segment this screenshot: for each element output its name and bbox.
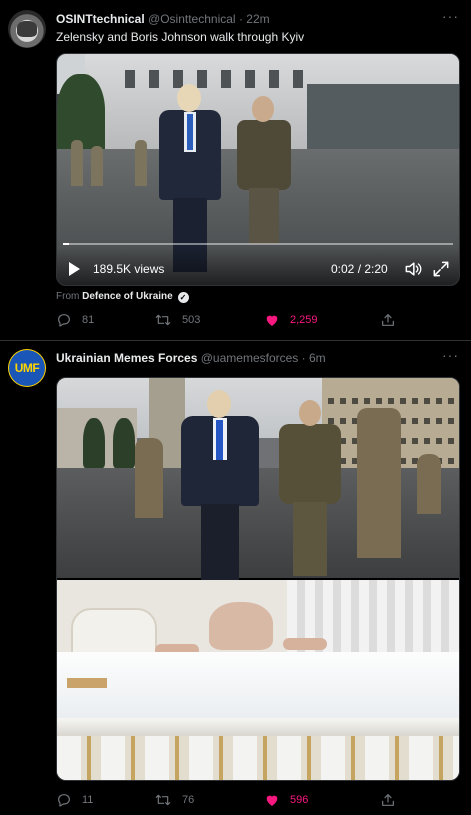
more-icon[interactable]: ··· (442, 8, 459, 24)
tweet-header: Ukrainian Memes Forces @uamemesforces · … (56, 351, 326, 365)
reply-icon (58, 794, 70, 807)
separator: · (238, 12, 243, 26)
tweet-time[interactable]: 22m (246, 12, 269, 26)
reply-count: 11 (82, 794, 94, 806)
play-icon[interactable] (69, 262, 80, 276)
share-icon (382, 314, 394, 326)
share-icon (382, 794, 394, 806)
like-count: 2,259 (290, 314, 318, 326)
author-name[interactable]: Ukrainian Memes Forces (56, 351, 197, 365)
video-frame-wing (307, 84, 459, 154)
reply-count: 81 (82, 314, 95, 326)
heart-icon (266, 315, 278, 326)
retweet-button[interactable]: 76 (154, 790, 194, 810)
like-button[interactable]: 2,259 (264, 310, 318, 330)
separator: · (301, 351, 306, 365)
video-frame-person-khaki (235, 96, 293, 246)
tweet-actions: 11 76 596 (56, 790, 456, 810)
tweet-osinttechnical[interactable]: OSINTtechnical @Osinttechnical · 22m ···… (0, 0, 471, 340)
tweet-uamemesforces[interactable]: UMF Ukrainian Memes Forces @uamemesforce… (0, 341, 471, 815)
share-button[interactable] (380, 790, 396, 810)
retweet-button[interactable]: 503 (154, 310, 200, 330)
retweet-icon (155, 314, 171, 326)
retweet-icon (155, 794, 171, 806)
tweet-actions: 81 503 2,259 (56, 310, 456, 330)
reply-icon (58, 314, 70, 327)
video-time: 0:02 / 2:20 (331, 262, 388, 276)
avatar[interactable]: UMF (8, 349, 46, 387)
tweet-photos (56, 377, 460, 781)
share-button[interactable] (380, 310, 396, 330)
source-name[interactable]: Defence of Ukraine (82, 291, 173, 302)
retweet-count: 503 (182, 314, 201, 326)
verified-icon: ✓ (177, 292, 189, 303)
reply-button[interactable]: 11 (56, 790, 93, 810)
author-handle[interactable]: @Osinttechnical (148, 12, 236, 26)
video-player[interactable]: 189.5K views 0:02 / 2:20 (56, 53, 460, 286)
like-button[interactable]: 596 (264, 790, 308, 810)
volume-icon[interactable] (403, 259, 423, 279)
photo-meme[interactable] (57, 580, 459, 780)
author-handle[interactable]: @uamemesforces (201, 351, 299, 365)
tweet-time[interactable]: 6m (309, 351, 326, 365)
heart-icon (266, 795, 278, 806)
retweet-count: 76 (182, 794, 195, 806)
video-views: 189.5K views (93, 262, 165, 276)
video-progress-bar[interactable] (63, 243, 453, 245)
expand-icon[interactable] (431, 259, 451, 279)
reply-button[interactable]: 81 (56, 310, 94, 330)
video-source: From Defence of Ukraine ✓ (56, 291, 189, 303)
avatar-logo: UMF (9, 350, 45, 386)
tweet-text: Zelensky and Boris Johnson walk through … (56, 30, 305, 44)
more-icon[interactable]: ··· (442, 347, 459, 363)
author-name[interactable]: OSINTtechnical (56, 12, 145, 26)
tweet-header: OSINTtechnical @Osinttechnical · 22m (56, 12, 270, 26)
video-progress-fill (63, 243, 69, 245)
photo-walk[interactable] (57, 378, 459, 580)
avatar[interactable] (8, 10, 46, 48)
source-prefix: From (56, 291, 80, 302)
like-count: 596 (290, 794, 309, 806)
video-frame-soldiers (65, 136, 155, 186)
video-frame-person-suit (157, 84, 225, 274)
